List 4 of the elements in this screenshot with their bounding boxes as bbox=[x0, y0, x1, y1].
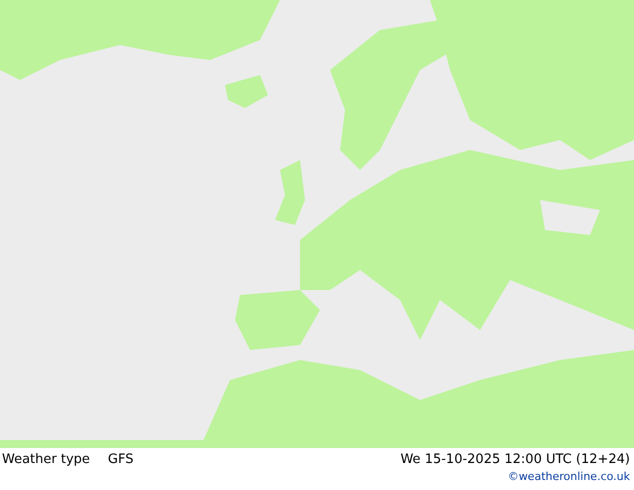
model-name: GFS bbox=[108, 451, 134, 469]
valid-time: We 15-10-2025 12:00 UTC (12+24) bbox=[400, 451, 630, 469]
credit-link[interactable]: ©weatheronline.co.uk bbox=[508, 469, 630, 485]
map-title: Weather type bbox=[2, 451, 90, 469]
